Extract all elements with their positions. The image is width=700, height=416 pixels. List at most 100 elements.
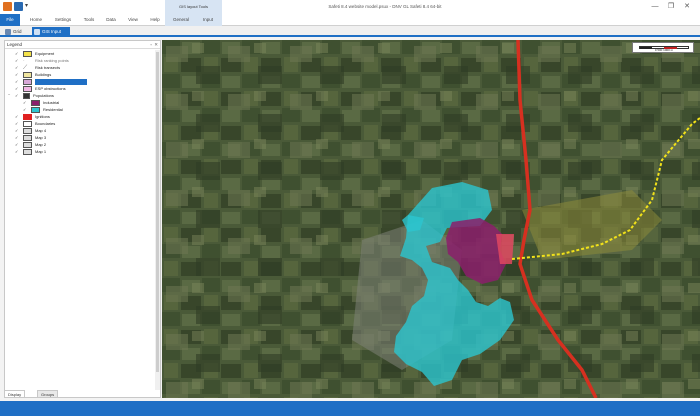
legend-item-label: Residential — [43, 107, 63, 112]
title-bar: ▾ GIS layout Tools Safeti 8.4 website mo… — [0, 0, 700, 14]
map-icon — [23, 127, 32, 134]
legend-item-label: Risk transects — [35, 65, 61, 70]
visibility-checkbox[interactable]: ✓ — [15, 121, 20, 126]
equipment-icon — [23, 50, 32, 57]
legend-header: Legend ▫ ✕ — [5, 41, 160, 49]
boundary-icon — [23, 120, 32, 127]
ribbon-tab-bar: File Home Settings Tools Data View Help … — [0, 14, 700, 26]
visibility-checkbox[interactable]: ✓ — [15, 93, 20, 98]
tab-display-order[interactable]: Display Order — [4, 390, 26, 405]
legend-item-label: Industrial — [43, 100, 60, 105]
status-bar — [0, 401, 700, 416]
map-icon — [23, 134, 32, 141]
legend-item-map-2[interactable]: ✓ Map 2 — [15, 141, 155, 148]
map-icon — [23, 148, 32, 155]
legend-item-label: ESP obstructions — [35, 86, 66, 91]
document-tab-bar: Grid GIS Input — [0, 26, 700, 37]
legend-item-risk-ranking-points[interactable]: ✓ · Risk ranking points — [15, 57, 155, 64]
legend-item-esp-obstructions[interactable]: ✓ ESP obstructions — [15, 85, 155, 92]
restore-button[interactable]: ❐ — [666, 3, 676, 11]
scale-bar-label: 0 500 1000 m — [654, 48, 674, 52]
industrial-swatch — [31, 99, 40, 106]
tab-file[interactable]: File — [0, 14, 20, 26]
tab-settings[interactable]: Settings — [50, 14, 76, 26]
save-icon[interactable] — [14, 2, 23, 11]
visibility-checkbox[interactable]: ✓ — [15, 86, 20, 91]
layer-icon — [23, 78, 32, 85]
close-panel-icon[interactable]: ✕ — [154, 41, 158, 49]
legend-item-label: Equipment — [35, 51, 55, 56]
obstruction-icon — [23, 85, 32, 92]
pin-icon[interactable]: ▫ — [150, 41, 152, 49]
visibility-checkbox[interactable]: ✓ — [15, 114, 20, 119]
legend-item-buildings[interactable]: ✓ Buildings — [15, 71, 155, 78]
legend-scrollbar[interactable] — [155, 50, 160, 390]
legend-item-industrial[interactable]: ✓ Industrial — [23, 99, 155, 106]
legend-item-populations[interactable]: − ✓ Populations — [8, 92, 155, 99]
quick-access-dropdown-icon[interactable]: ▾ — [25, 2, 30, 11]
legend-item-label: Map 1 — [35, 149, 47, 154]
visibility-checkbox[interactable]: ✓ — [15, 128, 20, 133]
map-canvas[interactable] — [162, 40, 700, 398]
legend-item-label: Buildings — [35, 72, 52, 77]
app-window: ▾ GIS layout Tools Safeti 8.4 website mo… — [0, 0, 700, 416]
doc-tab-gis-input[interactable]: GIS Input — [32, 27, 70, 37]
visibility-checkbox[interactable]: ✓ — [15, 79, 20, 84]
legend-item-label: Map 4 — [35, 128, 47, 133]
tab-general[interactable]: General — [168, 14, 194, 26]
visibility-checkbox[interactable]: ✓ — [15, 58, 20, 63]
legend-item-ignitions[interactable]: ✓ Ignitions — [15, 113, 155, 120]
visibility-checkbox[interactable]: ✓ — [15, 51, 20, 56]
legend-item-boundaries[interactable]: ✓ Boundaries — [15, 120, 155, 127]
legend-title: Legend — [7, 42, 23, 47]
legend-item-label: Risk ranking points — [35, 58, 69, 63]
contextual-tab-group-title: GIS layout Tools — [165, 0, 222, 14]
grid-icon — [5, 29, 11, 35]
gis-icon — [34, 29, 40, 35]
visibility-checkbox[interactable]: ✓ — [15, 65, 20, 70]
legend-item-label: Boundaries — [35, 121, 56, 126]
tab-home[interactable]: Home — [26, 14, 46, 26]
visibility-checkbox[interactable]: ✓ — [23, 107, 28, 112]
minimize-button[interactable]: — — [650, 3, 660, 11]
app-icon — [3, 2, 12, 11]
legend-item-map-1[interactable]: ✓ Map 1 — [15, 148, 155, 155]
tab-input[interactable]: Input — [197, 14, 219, 26]
visibility-checkbox[interactable]: ✓ — [15, 142, 20, 147]
visibility-checkbox[interactable]: ✓ — [15, 135, 20, 140]
tab-view[interactable]: View — [124, 14, 142, 26]
ignition-icon — [23, 113, 32, 120]
doc-tab-gis-input-label: GIS Input — [42, 29, 62, 34]
visibility-checkbox[interactable]: ✓ — [15, 149, 20, 154]
legend-item-equipment[interactable]: ✓ Equipment — [15, 50, 155, 57]
tab-tools[interactable]: Tools — [80, 14, 98, 26]
legend-item-risk-transects[interactable]: ✓ ⟋ Risk transects — [15, 64, 155, 71]
doc-tab-grid-label: Grid — [13, 29, 22, 34]
legend-item-label: Populations — [33, 93, 54, 98]
collapse-icon[interactable]: − — [8, 93, 12, 97]
transect-icon: ⟋ — [23, 64, 28, 71]
close-button[interactable]: ✕ — [682, 3, 692, 11]
legend-item-selected[interactable]: ✓ — [15, 78, 155, 85]
legend-item-label: Ignitions — [35, 114, 50, 119]
scrollbar-thumb[interactable] — [156, 52, 159, 372]
legend-item-label: Map 3 — [35, 135, 47, 140]
legend-item-map-4[interactable]: ✓ Map 4 — [15, 127, 155, 134]
legend-item-label[interactable] — [35, 78, 87, 85]
visibility-checkbox[interactable]: ✓ — [15, 72, 20, 77]
legend-panel: Legend ▫ ✕ ✓ Equipment ✓ · Risk ranking … — [4, 40, 161, 398]
tab-help[interactable]: Help — [146, 14, 164, 26]
legend-item-map-3[interactable]: ✓ Map 3 — [15, 134, 155, 141]
doc-tab-grid[interactable]: Grid — [3, 27, 29, 37]
residential-swatch — [31, 106, 40, 113]
visibility-checkbox[interactable]: ✓ — [23, 100, 28, 105]
map-view[interactable]: 0 500 1000 m — [162, 40, 700, 398]
tab-groups[interactable]: Groups — [37, 390, 59, 398]
legend-item-residential[interactable]: ✓ Residential — [23, 106, 155, 113]
window-title: Safeti 8.4 website model.psux - DNV GL S… — [328, 4, 442, 9]
risk-points-icon: · — [23, 57, 25, 64]
legend-item-label: Map 2 — [35, 142, 47, 147]
map-icon — [23, 141, 32, 148]
buildings-icon — [23, 71, 32, 78]
tab-data[interactable]: Data — [102, 14, 120, 26]
